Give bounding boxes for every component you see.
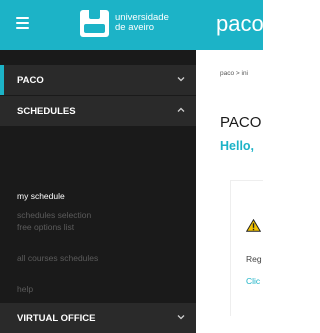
notice-card xyxy=(230,180,263,316)
hamburger-menu-icon[interactable] xyxy=(16,17,29,29)
notice-text: Reg xyxy=(246,254,262,264)
breadcrumb[interactable]: paco > ini xyxy=(220,70,248,77)
chevron-down-icon xyxy=(176,312,186,322)
sidebar-section-label: VIRTUAL OFFICE xyxy=(17,313,96,324)
warning-icon xyxy=(245,218,262,237)
sidebar-item-my-schedule[interactable]: my schedule xyxy=(17,191,65,201)
chevron-up-icon xyxy=(176,105,186,115)
top-bar: universidade de aveiro paco xyxy=(0,0,264,50)
notice-link[interactable]: Clic xyxy=(246,276,260,286)
sidebar-item-schedules-selection[interactable]: schedules selection xyxy=(17,210,91,220)
university-logo-icon[interactable] xyxy=(80,10,109,37)
sidebar-item-help[interactable]: help xyxy=(17,284,33,294)
main-content: paco > ini PACO Hello, Reg Clic xyxy=(196,50,263,316)
app-name[interactable]: paco xyxy=(216,10,264,38)
sidebar-section-label: PACO xyxy=(17,75,44,86)
sidebar-item-free-options-list[interactable]: free options list xyxy=(17,222,74,232)
sidebar: PACO SCHEDULES schedules selection my sc… xyxy=(0,50,196,333)
greeting-text: Hello, xyxy=(220,139,255,153)
logo-base xyxy=(84,24,105,33)
sidebar-section-schedules[interactable]: SCHEDULES xyxy=(0,96,196,126)
sidebar-item-all-courses-schedules[interactable]: all courses schedules xyxy=(17,253,98,263)
menu-line xyxy=(16,27,29,29)
sidebar-section-virtual-office[interactable]: VIRTUAL OFFICE xyxy=(0,303,196,333)
sidebar-section-paco[interactable]: PACO xyxy=(0,65,196,95)
menu-line xyxy=(16,17,29,19)
chevron-down-icon xyxy=(176,74,186,84)
page-title: PACO xyxy=(220,114,262,131)
menu-line xyxy=(16,22,29,24)
sidebar-section-label: SCHEDULES xyxy=(17,106,76,117)
active-indicator xyxy=(0,65,4,95)
university-logo-text[interactable]: universidade de aveiro xyxy=(115,13,169,33)
logo-notch xyxy=(89,10,100,19)
